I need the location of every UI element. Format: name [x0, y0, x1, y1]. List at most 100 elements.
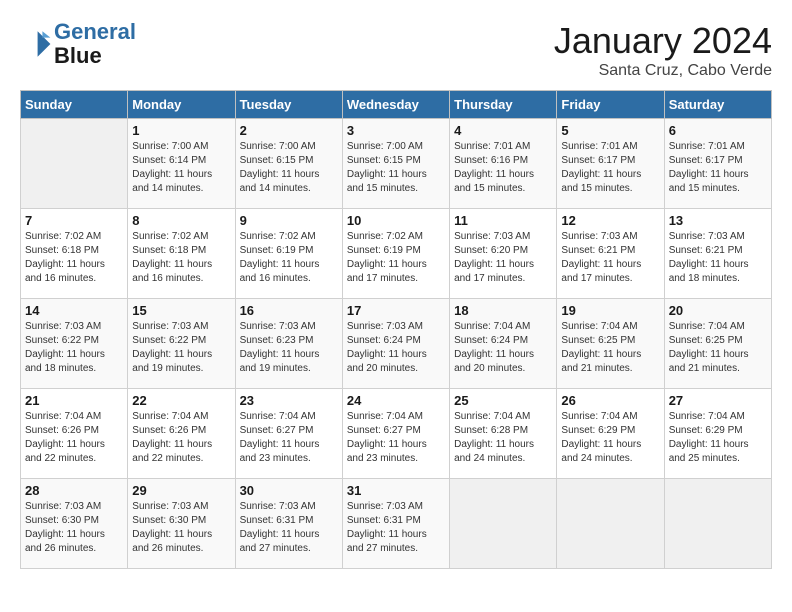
calendar-week-row: 28 Sunrise: 7:03 AMSunset: 6:30 PMDayligh…: [21, 479, 772, 569]
day-number: 27: [669, 393, 767, 408]
day-info: Sunrise: 7:03 AMSunset: 6:23 PMDaylight:…: [240, 320, 338, 376]
calendar-cell: [21, 119, 128, 209]
day-header-friday: Friday: [557, 91, 664, 119]
day-info: Sunrise: 7:04 AMSunset: 6:25 PMDaylight:…: [669, 320, 767, 376]
day-info: Sunrise: 7:04 AMSunset: 6:27 PMDaylight:…: [240, 410, 338, 466]
day-number: 23: [240, 393, 338, 408]
day-number: 7: [25, 213, 123, 228]
day-number: 1: [132, 123, 230, 138]
calendar-cell: 14Sunrise: 7:03 AMSunset: 6:22 PMDayligh…: [21, 299, 128, 389]
calendar-cell: 2Sunrise: 7:00 AMSunset: 6:15 PMDaylight…: [235, 119, 342, 209]
day-header-tuesday: Tuesday: [235, 91, 342, 119]
day-number: 13: [669, 213, 767, 228]
day-number: 30: [240, 483, 338, 498]
day-header-thursday: Thursday: [450, 91, 557, 119]
day-info: Sunrise: 7:03 AMSunset: 6:30 PMDaylight:…: [132, 500, 230, 556]
day-number: 20: [669, 303, 767, 318]
calendar-cell: 1 Sunrise: 7:00 AMSunset: 6:14 PMDaylight…: [128, 119, 235, 209]
calendar-cell: 6 Sunrise: 7:01 AMSunset: 6:17 PMDaylight…: [664, 119, 771, 209]
day-info: Sunrise: 7:04 AMSunset: 6:29 PMDaylight:…: [669, 410, 767, 466]
calendar-cell: 19Sunrise: 7:04 AMSunset: 6:25 PMDayligh…: [557, 299, 664, 389]
title-area: January 2024 Santa Cruz, Cabo Verde: [554, 20, 772, 80]
day-info: Sunrise: 7:04 AMSunset: 6:26 PMDaylight:…: [132, 410, 230, 466]
day-info: Sunrise: 7:03 AMSunset: 6:21 PMDaylight:…: [669, 230, 767, 286]
day-header-wednesday: Wednesday: [342, 91, 449, 119]
calendar-cell: 30Sunrise: 7:03 AMSunset: 6:31 PMDayligh…: [235, 479, 342, 569]
day-info: Sunrise: 7:03 AMSunset: 6:31 PMDaylight:…: [347, 500, 445, 556]
day-info: Sunrise: 7:04 AMSunset: 6:28 PMDaylight:…: [454, 410, 552, 466]
calendar-cell: 10 Sunrise: 7:02 AMSunset: 6:19 PMDayligh…: [342, 209, 449, 299]
day-info: Sunrise: 7:03 AMSunset: 6:30 PMDaylight:…: [25, 500, 123, 556]
day-number: 29: [132, 483, 230, 498]
day-number: 15: [132, 303, 230, 318]
day-info: Sunrise: 7:02 AMSunset: 6:19 PMDaylight:…: [347, 230, 445, 286]
page-header: General Blue January 2024 Santa Cruz, Ca…: [20, 20, 772, 80]
day-number: 9: [240, 213, 338, 228]
day-info: Sunrise: 7:01 AMSunset: 6:17 PMDaylight:…: [669, 140, 767, 196]
day-number: 24: [347, 393, 445, 408]
calendar-cell: 4Sunrise: 7:01 AMSunset: 6:16 PMDaylight…: [450, 119, 557, 209]
day-number: 10: [347, 213, 445, 228]
day-number: 14: [25, 303, 123, 318]
day-number: 3: [347, 123, 445, 138]
calendar-cell: 13 Sunrise: 7:03 AMSunset: 6:21 PMDayligh…: [664, 209, 771, 299]
day-number: 22: [132, 393, 230, 408]
calendar-cell: 16 Sunrise: 7:03 AMSunset: 6:23 PMDayligh…: [235, 299, 342, 389]
day-info: Sunrise: 7:02 AMSunset: 6:19 PMDaylight:…: [240, 230, 338, 286]
day-header-monday: Monday: [128, 91, 235, 119]
location-subtitle: Santa Cruz, Cabo Verde: [554, 62, 772, 80]
day-number: 31: [347, 483, 445, 498]
day-number: 26: [561, 393, 659, 408]
day-info: Sunrise: 7:04 AMSunset: 6:29 PMDaylight:…: [561, 410, 659, 466]
calendar-cell: 20 Sunrise: 7:04 AMSunset: 6:25 PMDayligh…: [664, 299, 771, 389]
calendar-cell: 29 Sunrise: 7:03 AMSunset: 6:30 PMDayligh…: [128, 479, 235, 569]
day-info: Sunrise: 7:04 AMSunset: 6:27 PMDaylight:…: [347, 410, 445, 466]
day-info: Sunrise: 7:00 AMSunset: 6:14 PMDaylight:…: [132, 140, 230, 196]
day-number: 2: [240, 123, 338, 138]
day-header-saturday: Saturday: [664, 91, 771, 119]
day-number: 28: [25, 483, 123, 498]
day-info: Sunrise: 7:03 AMSunset: 6:22 PMDaylight:…: [132, 320, 230, 376]
calendar-cell: 3Sunrise: 7:00 AMSunset: 6:15 PMDaylight…: [342, 119, 449, 209]
day-info: Sunrise: 7:04 AMSunset: 6:26 PMDaylight:…: [25, 410, 123, 466]
calendar-cell: 15 Sunrise: 7:03 AMSunset: 6:22 PMDayligh…: [128, 299, 235, 389]
calendar-cell: 26 Sunrise: 7:04 AMSunset: 6:29 PMDayligh…: [557, 389, 664, 479]
day-header-sunday: Sunday: [21, 91, 128, 119]
calendar-table: SundayMondayTuesdayWednesdayThursdayFrid…: [20, 90, 772, 569]
day-number: 18: [454, 303, 552, 318]
calendar-cell: 25 Sunrise: 7:04 AMSunset: 6:28 PMDayligh…: [450, 389, 557, 479]
calendar-cell: 9 Sunrise: 7:02 AMSunset: 6:19 PMDaylight…: [235, 209, 342, 299]
day-number: 11: [454, 213, 552, 228]
logo-text: General Blue: [54, 20, 136, 68]
calendar-cell: 8Sunrise: 7:02 AMSunset: 6:18 PMDaylight…: [128, 209, 235, 299]
calendar-week-row: 14 Sunrise: 7:03 AMSunset: 6:22 PMDayligh…: [21, 299, 772, 389]
day-info: Sunrise: 7:03 AMSunset: 6:24 PMDaylight:…: [347, 320, 445, 376]
day-info: Sunrise: 7:01 AMSunset: 6:16 PMDaylight:…: [454, 140, 552, 196]
calendar-cell: 11Sunrise: 7:03 AMSunset: 6:20 PMDayligh…: [450, 209, 557, 299]
calendar-cell: [557, 479, 664, 569]
logo: General Blue: [20, 20, 136, 68]
calendar-cell: 28 Sunrise: 7:03 AMSunset: 6:30 PMDayligh…: [21, 479, 128, 569]
calendar-cell: 12Sunrise: 7:03 AMSunset: 6:21 PMDayligh…: [557, 209, 664, 299]
calendar-week-row: 21 Sunrise: 7:04 AMSunset: 6:26 PMDayligh…: [21, 389, 772, 479]
calendar-cell: [664, 479, 771, 569]
calendar-cell: 5Sunrise: 7:01 AMSunset: 6:17 PMDaylight…: [557, 119, 664, 209]
day-info: Sunrise: 7:02 AMSunset: 6:18 PMDaylight:…: [132, 230, 230, 286]
calendar-cell: 21 Sunrise: 7:04 AMSunset: 6:26 PMDayligh…: [21, 389, 128, 479]
calendar-week-row: 7 Sunrise: 7:02 AMSunset: 6:18 PMDaylight…: [21, 209, 772, 299]
calendar-cell: 24 Sunrise: 7:04 AMSunset: 6:27 PMDayligh…: [342, 389, 449, 479]
day-info: Sunrise: 7:03 AMSunset: 6:21 PMDaylight:…: [561, 230, 659, 286]
day-number: 17: [347, 303, 445, 318]
calendar-cell: [450, 479, 557, 569]
calendar-cell: 22 Sunrise: 7:04 AMSunset: 6:26 PMDayligh…: [128, 389, 235, 479]
calendar-cell: 17 Sunrise: 7:03 AMSunset: 6:24 PMDayligh…: [342, 299, 449, 389]
calendar-header-row: SundayMondayTuesdayWednesdayThursdayFrid…: [21, 91, 772, 119]
day-number: 25: [454, 393, 552, 408]
day-number: 6: [669, 123, 767, 138]
day-number: 16: [240, 303, 338, 318]
day-number: 21: [25, 393, 123, 408]
calendar-cell: 23 Sunrise: 7:04 AMSunset: 6:27 PMDayligh…: [235, 389, 342, 479]
logo-icon: [20, 28, 52, 60]
calendar-cell: 18Sunrise: 7:04 AMSunset: 6:24 PMDayligh…: [450, 299, 557, 389]
calendar-week-row: 1 Sunrise: 7:00 AMSunset: 6:14 PMDaylight…: [21, 119, 772, 209]
